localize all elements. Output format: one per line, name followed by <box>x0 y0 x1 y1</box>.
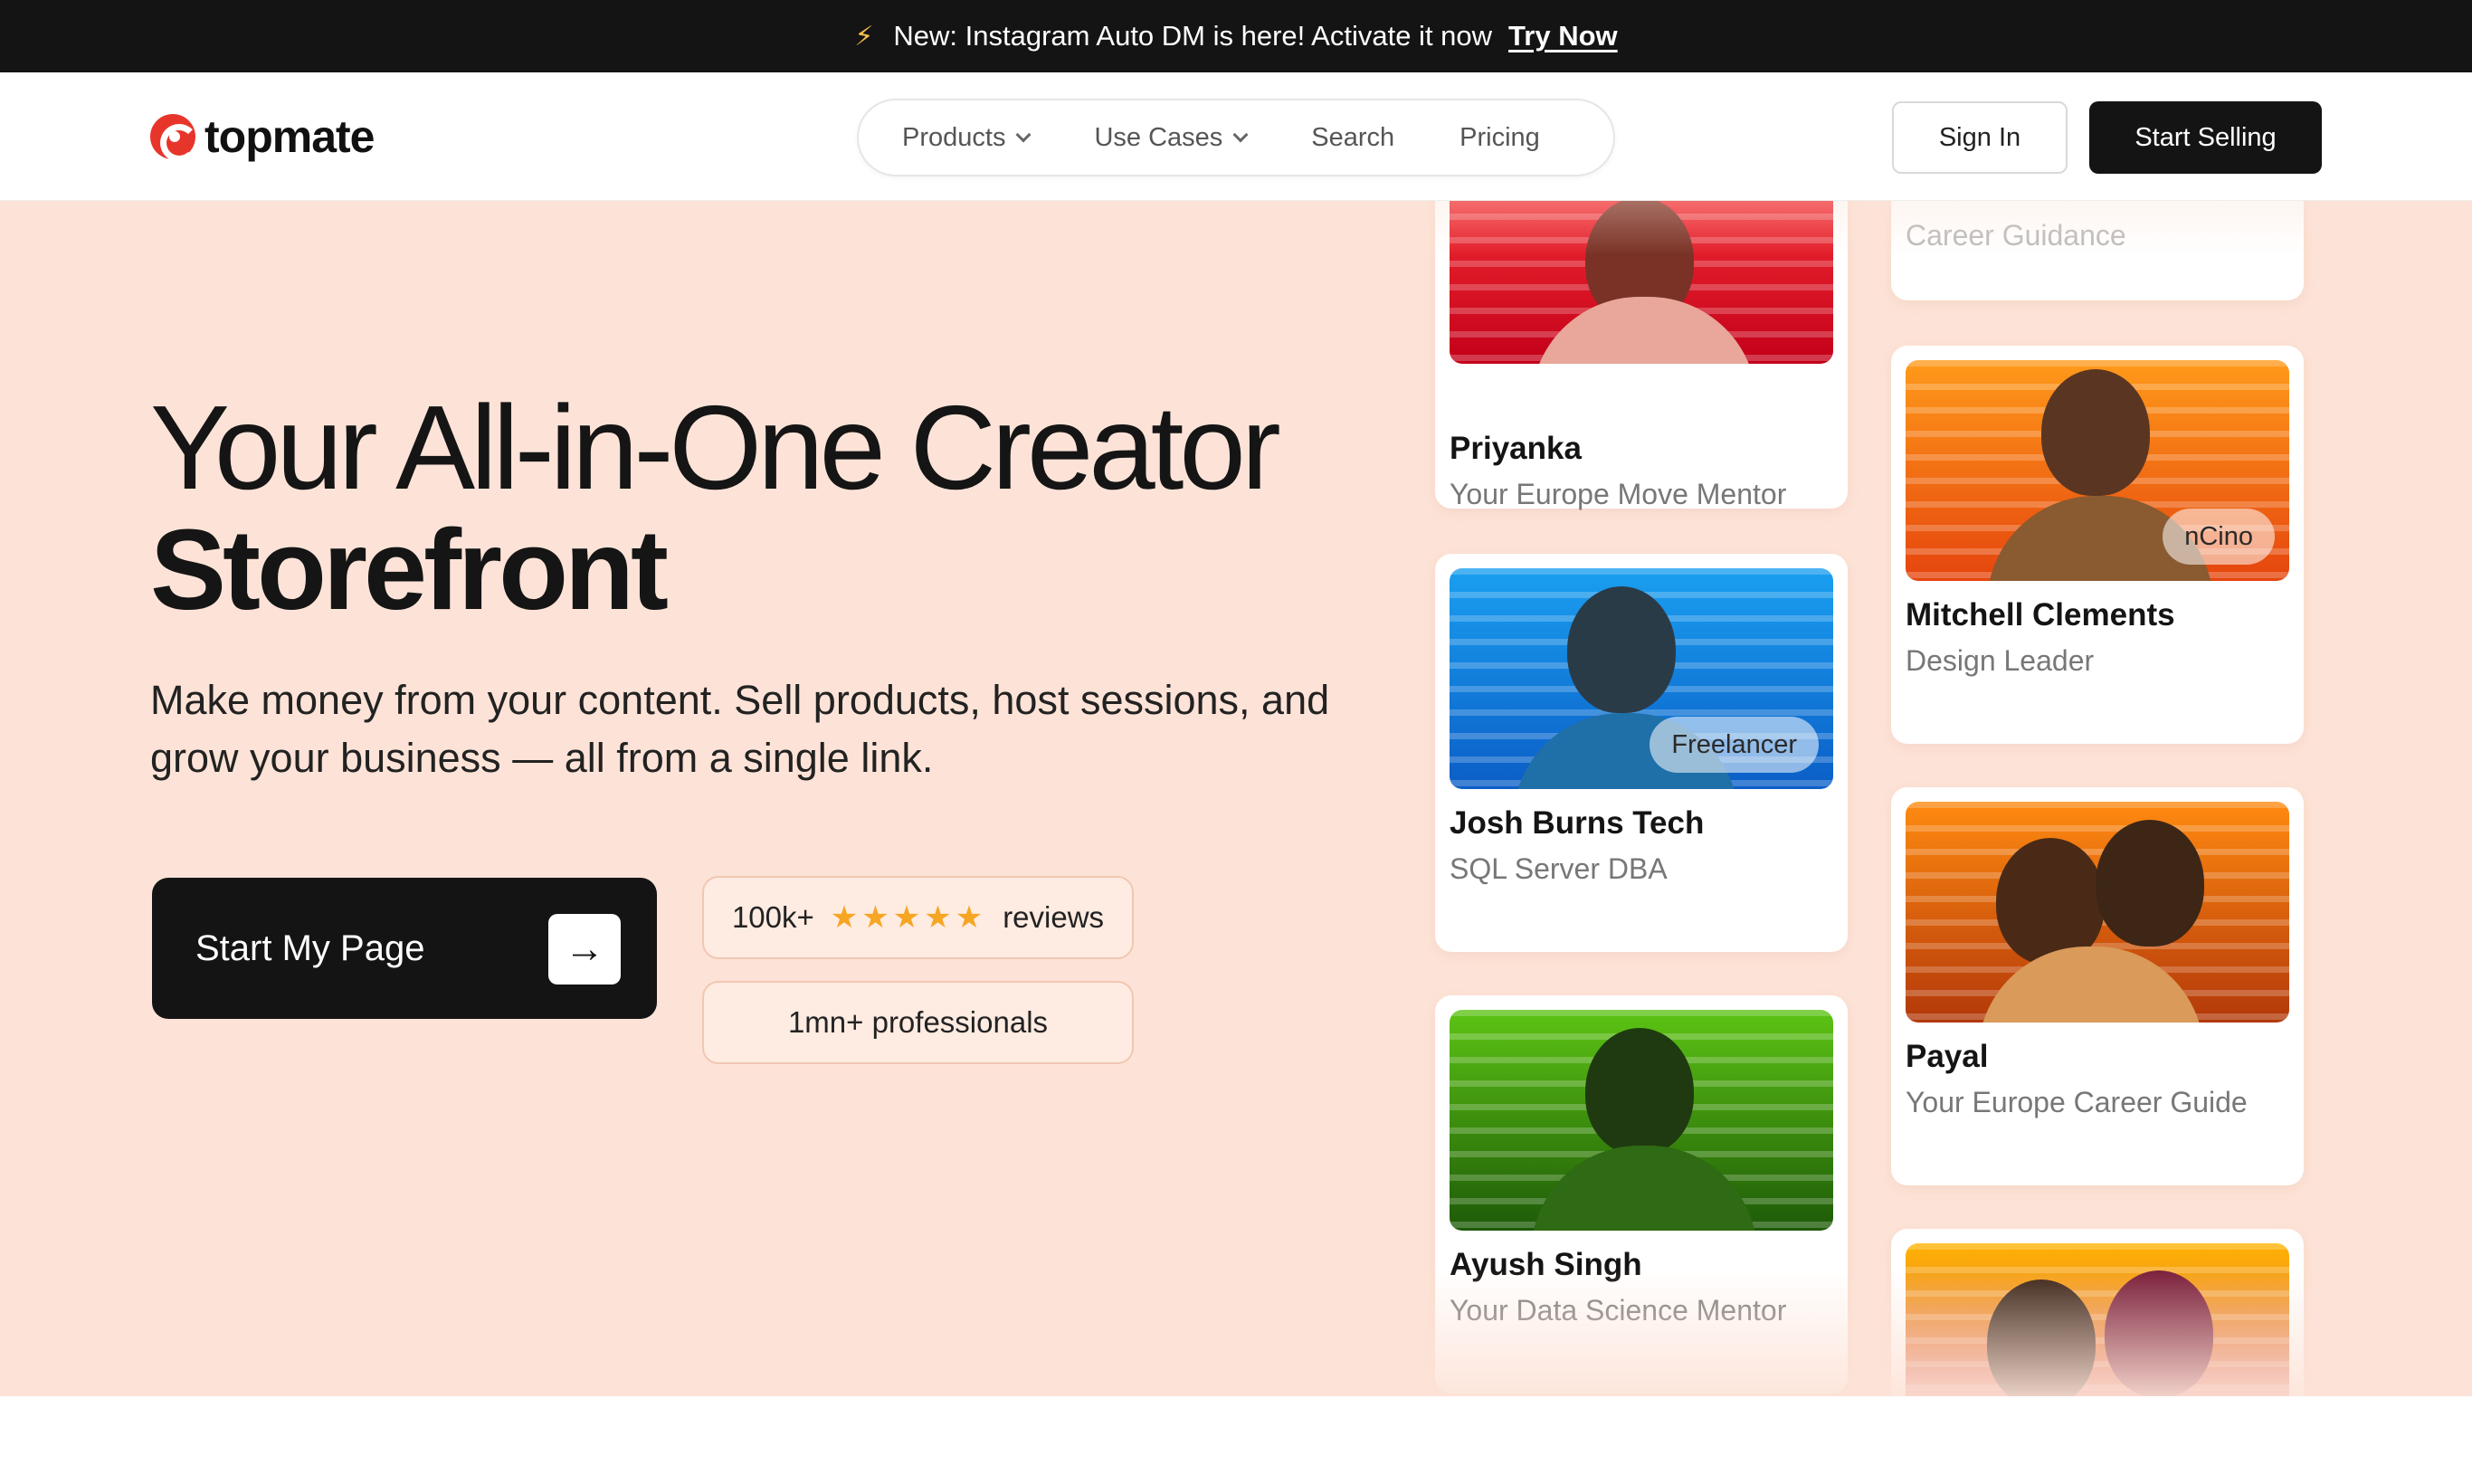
chevron-down-icon <box>1232 127 1249 143</box>
nav-label: Use Cases <box>1094 122 1223 152</box>
creator-name: Priyanka <box>1450 431 1582 466</box>
reviews-count: 100k+ <box>731 900 814 934</box>
creator-tag: nCino <box>2163 509 2275 565</box>
creator-photo <box>1450 1010 1833 1231</box>
logo-text: topmate <box>204 111 375 162</box>
reviews-label: reviews <box>1003 900 1105 934</box>
logo[interactable]: topmate <box>150 110 375 163</box>
try-now-link[interactable]: Try Now <box>1508 20 1618 52</box>
chevron-down-icon <box>1015 127 1032 143</box>
creator-role: Your Europe Career Guide <box>1906 1086 2248 1118</box>
start-my-page-button[interactable]: Start My Page → <box>152 878 657 1019</box>
creator-name: Josh Burns Tech <box>1450 805 1705 841</box>
creator-card[interactable]: Payal Your Europe Career Guide <box>1891 787 2304 1185</box>
announcement-text: New: Instagram Auto DM is here! Activate… <box>893 20 1493 52</box>
arrow-right-icon: → <box>548 914 621 985</box>
hero-section: Your All-in-One Creator Storefront Make … <box>0 201 2472 1396</box>
hero-headline: Your All-in-One Creator Storefront <box>150 381 1281 634</box>
nav-label: Pricing <box>1459 122 1540 152</box>
creator-photo: nCino <box>1906 360 2289 581</box>
creator-card[interactable]: Priyanka Your Europe Move Mentor <box>1435 201 1848 510</box>
creator-name: Mitchell Clements <box>1906 597 2175 633</box>
creator-card[interactable]: Freelancer Josh Burns Tech SQL Server DB… <box>1435 554 1848 952</box>
creator-photo <box>1906 802 2289 1023</box>
creator-photo <box>1906 1243 2289 1396</box>
main-nav: Products Use Cases Search Pricing <box>857 99 1615 176</box>
professionals-badge: 1mn+ professionals <box>702 981 1134 1064</box>
creator-role: Your Data Science Mentor <box>1450 1294 1787 1327</box>
creator-photo: Freelancer <box>1450 568 1833 789</box>
nav-use-cases[interactable]: Use Cases <box>1094 122 1249 153</box>
hero-subtext: Make money from your content. Sell produ… <box>150 677 1330 781</box>
creator-role: Career Guidance <box>1906 219 2126 252</box>
creator-photo <box>1450 201 1833 364</box>
announcement-bar: ⚡ New: Instagram Auto DM is here! Activa… <box>0 0 2472 72</box>
nav-products[interactable]: Products <box>902 122 1032 153</box>
creator-card[interactable]: Career Guidance <box>1891 201 2304 300</box>
nav-label: Products <box>902 122 1006 152</box>
creator-role: SQL Server DBA <box>1450 852 1668 885</box>
star-rating-icon: ★★★★★ <box>830 900 987 935</box>
creator-card[interactable]: Ayush Singh Your Data Science Mentor <box>1435 995 1848 1394</box>
reviews-badge: 100k+ ★★★★★ reviews <box>702 876 1134 959</box>
site-header: topmate Products Use Cases Search Pricin… <box>0 72 2472 201</box>
start-selling-button[interactable]: Start Selling <box>2089 101 2322 174</box>
professionals-label: 1mn+ professionals <box>787 1005 1049 1039</box>
headline-line-2: Storefront <box>150 506 669 634</box>
lightning-icon: ⚡ <box>854 21 874 52</box>
headline-line-1: Your All-in-One Creator <box>150 381 1281 514</box>
cta-label: Start My Page <box>195 928 425 968</box>
nav-label: Search <box>1311 122 1395 152</box>
creator-tag: Freelancer <box>1650 717 1819 773</box>
creator-card[interactable]: nCino Mitchell Clements Design Leader <box>1891 346 2304 744</box>
nav-search[interactable]: Search <box>1311 123 1394 153</box>
sign-in-button[interactable]: Sign In <box>1892 101 2068 174</box>
creator-card[interactable] <box>1891 1229 2304 1396</box>
creator-role: Design Leader <box>1906 644 2095 677</box>
creator-role: Your Europe Move Mentor <box>1450 478 1787 510</box>
topmate-logo-icon <box>150 114 198 162</box>
creator-name: Payal <box>1906 1039 1989 1074</box>
nav-pricing[interactable]: Pricing <box>1459 123 1540 153</box>
creator-name: Ayush Singh <box>1450 1247 1642 1282</box>
